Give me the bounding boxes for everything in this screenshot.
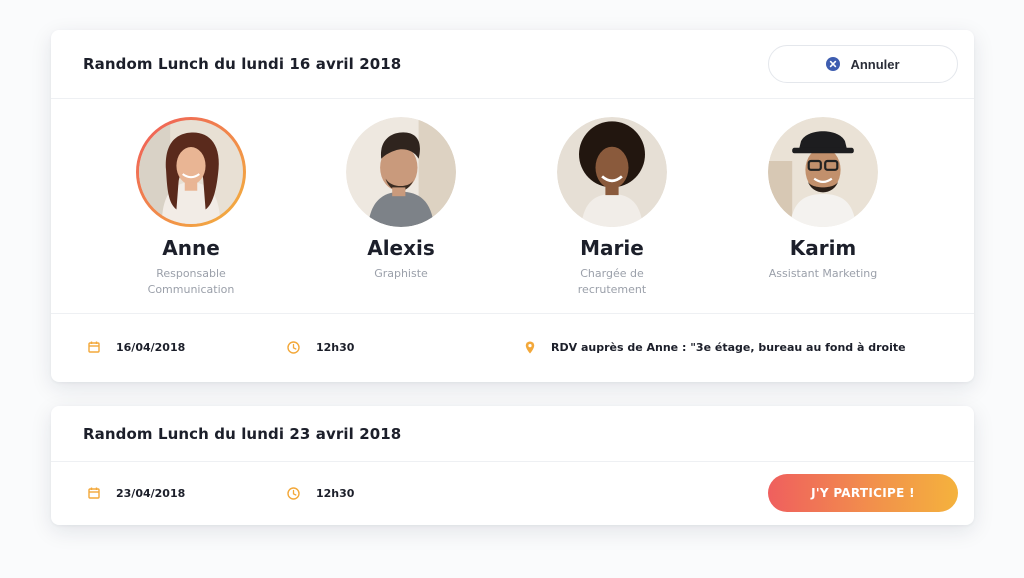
date-value: 23/04/2018 xyxy=(116,486,186,500)
time-value: 12h30 xyxy=(316,486,355,500)
calendar-icon xyxy=(88,341,100,353)
lunch-card-2: Random Lunch du lundi 23 avril 2018 23/0… xyxy=(51,406,974,525)
lunch-details: 16/04/2018 12h30 RDV auprès de Anne : "3… xyxy=(51,314,974,380)
clock-icon xyxy=(287,486,300,500)
location-info: RDV auprès de Anne : "3e étage, bureau a… xyxy=(525,314,906,380)
participant-name: Anne xyxy=(162,236,220,260)
participant-card[interactable]: Anne Responsable Communication xyxy=(106,117,276,298)
lunch-title: Random Lunch du lundi 16 avril 2018 xyxy=(83,55,402,73)
avatar xyxy=(346,117,456,227)
date-value: 16/04/2018 xyxy=(116,340,186,354)
location-pin-icon xyxy=(525,341,535,353)
lunch-card-header: Random Lunch du lundi 16 avril 2018 Annu… xyxy=(51,30,974,99)
avatar xyxy=(136,117,246,227)
cancel-button[interactable]: Annuler xyxy=(768,45,958,83)
avatar-photo-icon xyxy=(768,117,878,227)
participant-card[interactable]: Marie Chargée de recrutement xyxy=(527,117,697,298)
participants-list: Anne Responsable Communication Alexis Gr… xyxy=(51,99,974,314)
calendar-icon xyxy=(88,487,100,499)
date-info: 16/04/2018 xyxy=(88,314,185,380)
date-info: 23/04/2018 xyxy=(88,462,185,524)
join-button[interactable]: J'Y PARTICIPE ! xyxy=(768,474,958,512)
participant-card[interactable]: Karim Assistant Marketing xyxy=(738,117,908,282)
participant-name: Alexis xyxy=(367,236,435,260)
participant-role: Responsable Communication xyxy=(147,267,235,296)
lunch-details: 23/04/2018 12h30 J'Y PARTICIPE ! xyxy=(51,462,974,524)
participant-name: Karim xyxy=(789,236,857,260)
participant-name: Marie xyxy=(580,236,644,260)
time-value: 12h30 xyxy=(316,340,355,354)
clock-icon xyxy=(287,340,300,354)
participant-role: Chargée de recrutement xyxy=(577,267,647,296)
time-info: 12h30 xyxy=(287,462,354,524)
participant-role: Assistant Marketing xyxy=(768,267,878,280)
avatar-photo-icon xyxy=(139,120,243,224)
participant-role: Graphiste xyxy=(374,267,428,280)
lunch-card-header: Random Lunch du lundi 23 avril 2018 xyxy=(51,406,974,462)
time-info: 12h30 xyxy=(287,314,354,380)
cancel-label: Annuler xyxy=(850,56,900,72)
avatar-photo-icon xyxy=(557,117,667,227)
location-value: RDV auprès de Anne : "3e étage, bureau a… xyxy=(551,340,906,354)
lunch-card-1: Random Lunch du lundi 16 avril 2018 Annu… xyxy=(51,30,974,382)
participant-card[interactable]: Alexis Graphiste xyxy=(316,117,486,282)
avatar-photo-icon xyxy=(346,117,456,227)
close-circle-icon xyxy=(826,57,841,71)
lunch-title: Random Lunch du lundi 23 avril 2018 xyxy=(83,424,402,443)
avatar xyxy=(768,117,878,227)
avatar xyxy=(557,117,667,227)
